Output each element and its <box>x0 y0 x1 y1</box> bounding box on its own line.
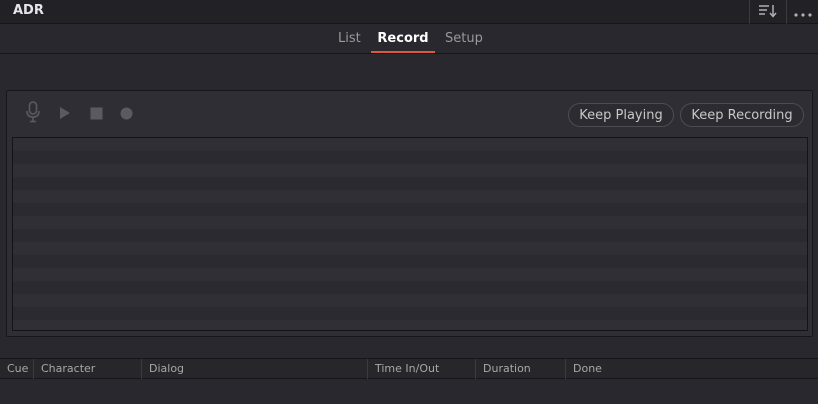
record-icon <box>120 105 133 124</box>
tab-record[interactable]: Record <box>371 31 435 53</box>
cue-list-header: Cue Character Dialog Time In/Out Duratio… <box>0 358 818 379</box>
sort-icon <box>758 3 778 22</box>
keep-recording-button[interactable]: Keep Recording <box>680 103 804 127</box>
microphone-button[interactable] <box>24 101 42 127</box>
panel-title: ADR <box>13 3 44 18</box>
record-button[interactable] <box>118 101 134 127</box>
cue-list-body <box>0 380 818 404</box>
recording-cue-area <box>12 137 808 331</box>
stop-icon <box>90 105 103 124</box>
tab-bar: List Record Setup <box>0 24 818 54</box>
keep-playing-button[interactable]: Keep Playing <box>568 103 674 127</box>
column-header-cue[interactable]: Cue <box>0 359 34 379</box>
column-header-time-in-out[interactable]: Time In/Out <box>368 359 476 379</box>
column-header-done[interactable]: Done <box>566 359 818 379</box>
recorder-panel: Keep Playing Keep Recording <box>6 90 813 337</box>
more-options-button[interactable] <box>786 0 818 24</box>
stop-button[interactable] <box>88 101 104 127</box>
play-icon <box>59 105 71 124</box>
tab-setup[interactable]: Setup <box>445 31 483 53</box>
column-header-dialog[interactable]: Dialog <box>142 359 368 379</box>
column-header-duration[interactable]: Duration <box>476 359 566 379</box>
panel-header: ADR <box>0 0 818 24</box>
adr-panel: ADR List Record Setup Keep Playing Keep … <box>0 0 818 404</box>
play-button[interactable] <box>57 101 73 127</box>
more-options-icon <box>793 3 813 22</box>
tab-list[interactable]: List <box>338 31 361 53</box>
column-header-character[interactable]: Character <box>34 359 142 379</box>
sort-button[interactable] <box>749 0 785 24</box>
microphone-icon <box>25 101 41 127</box>
